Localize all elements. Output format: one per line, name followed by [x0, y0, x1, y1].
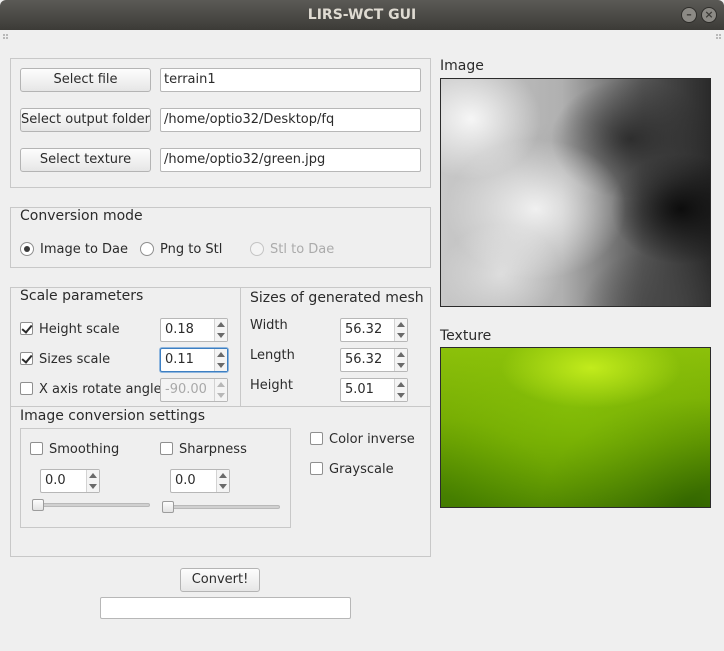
height-scale-spinbox[interactable]: 0.18 [160, 318, 228, 342]
arrow-up-icon[interactable] [397, 352, 405, 357]
x-axis-rotate-value: -90.00 [165, 382, 207, 397]
smoothing-slider[interactable] [32, 503, 150, 507]
radio-stl-to-dae-label: Stl to Dae [270, 242, 335, 257]
smoothing-label: Smoothing [49, 442, 120, 457]
radio-image-to-dae[interactable] [20, 242, 34, 256]
convert-button[interactable]: Convert! [180, 568, 260, 592]
mesh-height-value: 5.01 [345, 382, 374, 397]
x-axis-rotate-checkbox[interactable] [20, 382, 33, 395]
heightmap-image [440, 78, 711, 307]
sharpness-slider[interactable] [162, 505, 280, 509]
mesh-length-value: 56.32 [345, 352, 383, 367]
radio-png-to-stl-label[interactable]: Png to Stl [160, 242, 222, 257]
x-axis-rotate-stepper [214, 379, 227, 401]
arrow-down-icon[interactable] [397, 333, 405, 338]
grayscale-label: Grayscale [329, 462, 394, 477]
sharpness-spinbox[interactable]: 0.0 [170, 469, 230, 493]
color-inverse-label: Color inverse [329, 432, 415, 447]
sharpness-label: Sharpness [179, 442, 247, 457]
conversion-mode-title: Conversion mode [20, 208, 143, 224]
mesh-sizes-title: Sizes of generated mesh [250, 290, 424, 306]
sharpness-stepper[interactable] [216, 470, 229, 492]
toolbar-grip [0, 30, 724, 42]
scale-parameters-title: Scale parameters [20, 288, 144, 304]
mesh-length-spinbox[interactable]: 56.32 [340, 348, 408, 372]
mesh-width-stepper[interactable] [394, 319, 407, 341]
smoothing-value: 0.0 [45, 473, 66, 488]
sizes-scale-checkbox[interactable] [20, 352, 33, 365]
sizes-scale-value: 0.11 [165, 352, 194, 367]
arrow-down-icon[interactable] [217, 333, 225, 338]
mesh-width-spinbox[interactable]: 56.32 [340, 318, 408, 342]
height-scale-label: Height scale [39, 322, 120, 337]
arrow-up-icon [217, 382, 225, 387]
height-scale-checkbox[interactable] [20, 322, 33, 335]
output-folder-field[interactable]: /home/optio32/Desktop/fq [160, 108, 421, 132]
texture-image [440, 347, 711, 508]
sizes-scale-stepper[interactable] [214, 349, 227, 371]
minimize-icon[interactable]: – [681, 7, 697, 23]
mesh-height-label: Height [250, 378, 293, 393]
arrow-down-icon[interactable] [89, 484, 97, 489]
x-axis-rotate-label: X axis rotate angle [39, 382, 162, 397]
divider [10, 406, 431, 407]
smoothing-checkbox[interactable] [30, 442, 43, 455]
texture-preview-label: Texture [440, 328, 492, 344]
sizes-scale-spinbox[interactable]: 0.11 [160, 348, 228, 372]
arrow-down-icon[interactable] [219, 484, 227, 489]
window-title: LIRS-WCT GUI [307, 7, 417, 23]
arrow-up-icon[interactable] [397, 382, 405, 387]
arrow-up-icon[interactable] [397, 322, 405, 327]
x-axis-rotate-spinbox: -90.00 [160, 378, 228, 402]
arrow-up-icon[interactable] [217, 322, 225, 327]
arrow-down-icon [217, 393, 225, 398]
sharpness-value: 0.0 [175, 473, 196, 488]
radio-stl-to-dae [250, 242, 264, 256]
sharpness-checkbox[interactable] [160, 442, 173, 455]
file-path-field[interactable]: terrain1 [160, 68, 421, 92]
height-scale-stepper[interactable] [214, 319, 227, 341]
mesh-height-spinbox[interactable]: 5.01 [340, 378, 408, 402]
grayscale-checkbox[interactable] [310, 462, 323, 475]
radio-png-to-stl[interactable] [140, 242, 154, 256]
mesh-width-label: Width [250, 318, 288, 333]
arrow-down-icon[interactable] [397, 363, 405, 368]
progress-bar [100, 597, 351, 619]
mesh-length-label: Length [250, 348, 295, 363]
texture-path-field[interactable]: /home/optio32/green.jpg [160, 148, 421, 172]
arrow-down-icon[interactable] [397, 393, 405, 398]
arrow-up-icon[interactable] [217, 352, 225, 357]
height-scale-value: 0.18 [165, 322, 194, 337]
mesh-width-value: 56.32 [345, 322, 383, 337]
close-icon[interactable]: × [701, 7, 717, 23]
smoothing-spinbox[interactable]: 0.0 [40, 469, 100, 493]
arrow-up-icon[interactable] [89, 473, 97, 478]
radio-image-to-dae-label[interactable]: Image to Dae [40, 242, 128, 257]
arrow-up-icon[interactable] [219, 473, 227, 478]
mesh-height-stepper[interactable] [394, 379, 407, 401]
arrow-down-icon[interactable] [217, 363, 225, 368]
select-output-folder-button[interactable]: Select output folder [20, 108, 151, 132]
smoothing-slider-handle[interactable] [32, 499, 44, 511]
smoothing-stepper[interactable] [86, 470, 99, 492]
image-preview-label: Image [440, 58, 484, 74]
image-conversion-title: Image conversion settings [20, 408, 205, 424]
select-file-button[interactable]: Select file [20, 68, 151, 92]
sharpness-slider-handle[interactable] [162, 501, 174, 513]
mesh-length-stepper[interactable] [394, 349, 407, 371]
sizes-scale-label: Sizes scale [39, 352, 111, 367]
color-inverse-checkbox[interactable] [310, 432, 323, 445]
select-texture-button[interactable]: Select texture [20, 148, 151, 172]
title-bar: LIRS-WCT GUI – × [0, 0, 724, 30]
